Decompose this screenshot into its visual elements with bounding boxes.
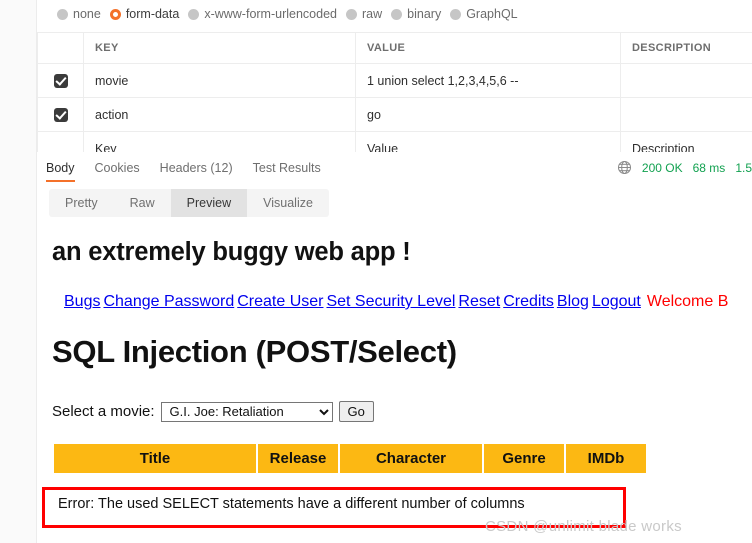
tab-visualize[interactable]: Visualize bbox=[247, 189, 329, 217]
response-preview-pane: an extremely buggy web app ! Bugs Change … bbox=[38, 224, 752, 543]
table-row: action go bbox=[37, 97, 752, 132]
radio-icon bbox=[391, 8, 403, 20]
body-type-option-none[interactable]: none bbox=[57, 7, 101, 21]
response-tab-bar: Body Cookies Headers (12) Test Results 2… bbox=[37, 152, 752, 183]
table-row: movie 1 union select 1,2,3,4,5,6 -- bbox=[37, 63, 752, 98]
tab-raw[interactable]: Raw bbox=[114, 189, 171, 217]
header-value: VALUE bbox=[355, 32, 621, 64]
tab-cookies[interactable]: Cookies bbox=[95, 152, 140, 183]
row-description[interactable] bbox=[620, 97, 752, 132]
row-key[interactable]: action bbox=[83, 97, 356, 132]
page-title: SQL Injection (POST/Select) bbox=[52, 334, 457, 369]
body-type-label: raw bbox=[362, 7, 383, 21]
table-header-row: KEY VALUE DESCRIPTION bbox=[37, 32, 752, 64]
tab-test-results[interactable]: Test Results bbox=[253, 152, 321, 183]
select-a-movie-label: Select a movie: bbox=[52, 403, 155, 420]
nav-link-blog[interactable]: Blog bbox=[557, 293, 589, 310]
response-time: 68 ms bbox=[692, 160, 726, 175]
row-value[interactable]: 1 union select 1,2,3,4,5,6 -- bbox=[355, 63, 621, 98]
header-checkbox-col bbox=[37, 32, 84, 64]
results-header-row: Title Release Character Genre IMDb bbox=[54, 444, 646, 473]
checkbox-checked-icon[interactable] bbox=[53, 107, 68, 122]
site-nav: Bugs Change Password Create User Set Securi… bbox=[64, 294, 728, 310]
body-type-option-graphql[interactable]: GraphQL bbox=[450, 7, 518, 21]
nav-link-credits[interactable]: Credits bbox=[503, 293, 554, 310]
body-type-option-urlencoded[interactable]: x-www-form-urlencoded bbox=[188, 7, 337, 21]
nav-link-change-password[interactable]: Change Password bbox=[103, 293, 234, 310]
site-title: an extremely buggy web app ! bbox=[52, 238, 411, 266]
body-type-label: none bbox=[73, 7, 101, 21]
go-button[interactable]: Go bbox=[338, 401, 374, 422]
results-header-genre: Genre bbox=[484, 444, 564, 473]
row-checkbox-cell[interactable] bbox=[37, 97, 84, 132]
body-type-label: binary bbox=[407, 7, 442, 21]
tab-preview[interactable]: Preview bbox=[170, 189, 248, 217]
results-header-title: Title bbox=[54, 444, 256, 473]
nav-link-set-security-level[interactable]: Set Security Level bbox=[326, 293, 455, 310]
results-header-imdb: IMDb bbox=[566, 444, 646, 473]
body-type-radio-group: none form-data x-www-form-urlencoded raw… bbox=[37, 0, 752, 28]
globe-icon[interactable] bbox=[617, 160, 632, 175]
tab-body[interactable]: Body bbox=[46, 152, 75, 183]
results-header-release: Release bbox=[258, 444, 338, 473]
response-size: 1.5 bbox=[735, 160, 752, 175]
movie-select-form: Select a movie: G.I. Joe: Retaliation Go bbox=[52, 401, 374, 422]
response-status: 200 OK bbox=[641, 160, 683, 175]
body-type-option-form-data[interactable]: form-data bbox=[109, 7, 180, 21]
nav-link-logout[interactable]: Logout bbox=[592, 293, 641, 310]
tab-headers[interactable]: Headers (12) bbox=[160, 152, 233, 183]
tab-pretty[interactable]: Pretty bbox=[49, 189, 114, 217]
sql-error-message: Error: The used SELECT statements have a… bbox=[58, 496, 525, 512]
row-checkbox-cell[interactable] bbox=[37, 63, 84, 98]
body-type-option-raw[interactable]: raw bbox=[346, 7, 382, 21]
welcome-text: Welcome B bbox=[646, 293, 729, 310]
nav-link-create-user[interactable]: Create User bbox=[237, 293, 323, 310]
row-value[interactable]: go bbox=[355, 97, 621, 132]
radio-icon bbox=[450, 8, 462, 20]
movie-results-table: Title Release Character Genre IMDb bbox=[52, 442, 648, 475]
postman-app-window: none form-data x-www-form-urlencoded raw… bbox=[0, 0, 752, 543]
radio-selected-icon bbox=[109, 8, 121, 20]
form-data-params-table: KEY VALUE DESCRIPTION movie 1 union sele… bbox=[37, 32, 752, 166]
response-tabs: Body Cookies Headers (12) Test Results bbox=[37, 152, 321, 183]
row-key[interactable]: movie bbox=[83, 63, 356, 98]
header-description: DESCRIPTION bbox=[620, 32, 752, 64]
radio-icon bbox=[346, 8, 357, 20]
watermark: CSDN @unlimit blade works bbox=[485, 518, 682, 535]
body-view-tabs: Pretty Raw Preview Visualize bbox=[49, 189, 329, 217]
body-type-label: x-www-form-urlencoded bbox=[204, 7, 337, 21]
movie-select[interactable]: G.I. Joe: Retaliation bbox=[160, 401, 333, 422]
row-description[interactable] bbox=[620, 63, 752, 98]
results-header-character: Character bbox=[340, 444, 482, 473]
nav-link-bugs[interactable]: Bugs bbox=[64, 293, 100, 310]
header-key: KEY bbox=[83, 32, 356, 64]
body-type-option-binary[interactable]: binary bbox=[391, 7, 441, 21]
radio-icon bbox=[188, 8, 200, 20]
body-type-label: form-data bbox=[125, 7, 180, 21]
nav-link-reset[interactable]: Reset bbox=[458, 293, 500, 310]
left-gutter bbox=[0, 0, 37, 543]
checkbox-checked-icon[interactable] bbox=[53, 73, 68, 88]
response-meta: 200 OK 68 ms 1.5 bbox=[617, 152, 752, 183]
radio-icon bbox=[57, 8, 68, 20]
body-type-label: GraphQL bbox=[466, 7, 518, 21]
